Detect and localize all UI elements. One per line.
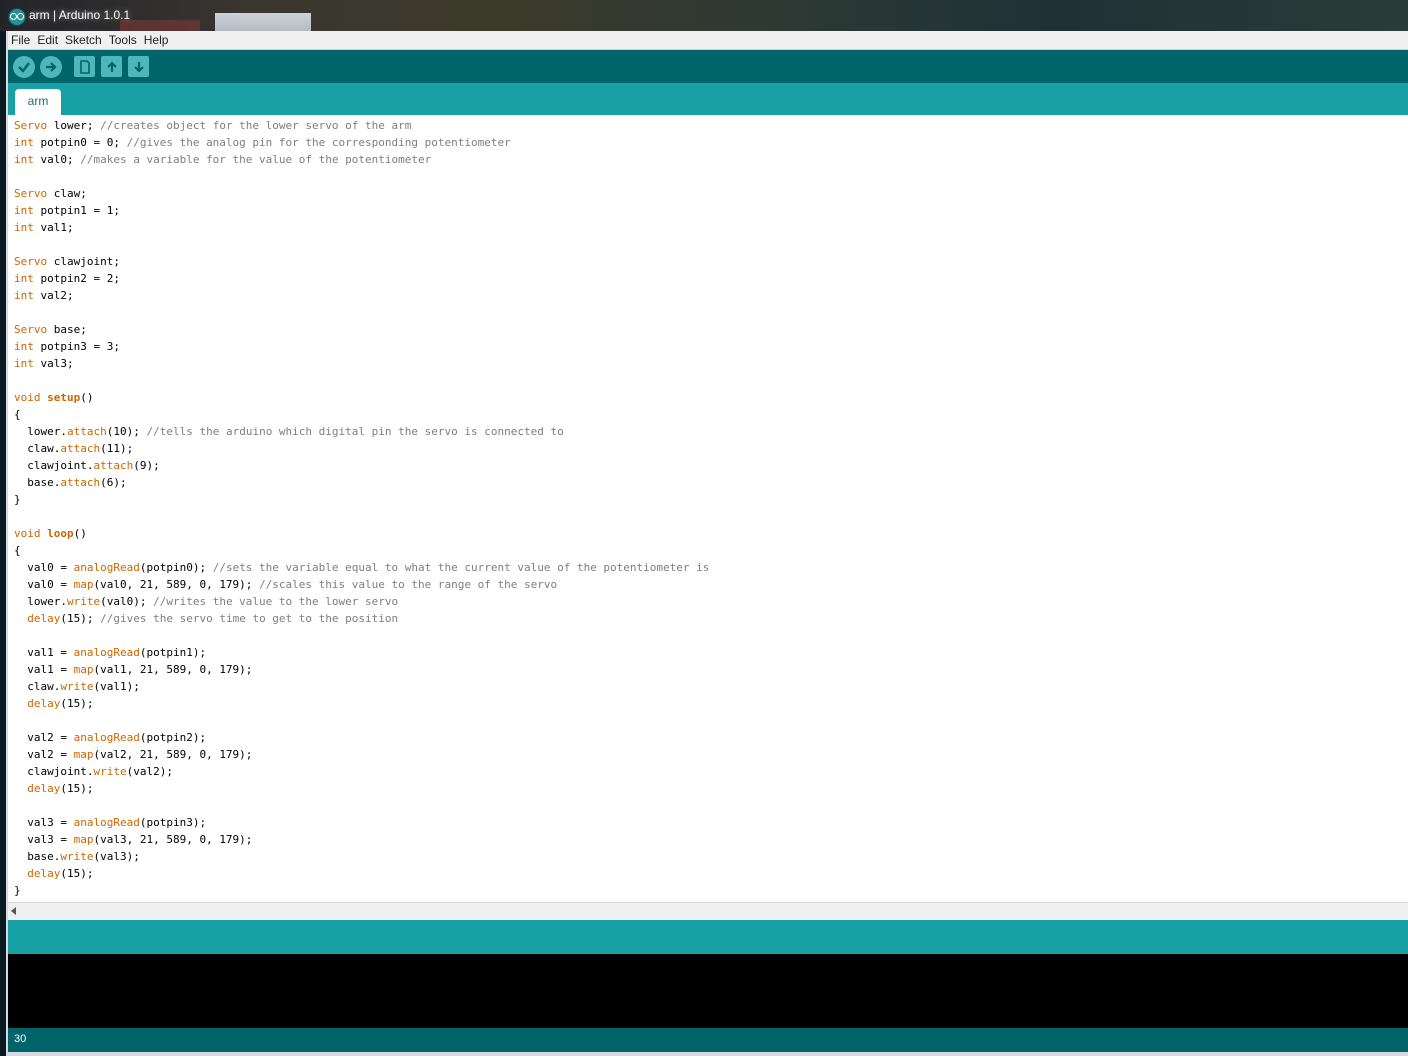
arrow-up-icon [106, 60, 117, 72]
horizontal-scrollbar[interactable] [8, 902, 1408, 920]
code-editor[interactable]: Servo lower; //creates object for the lo… [8, 115, 1408, 902]
verify-button[interactable] [13, 56, 35, 78]
scroll-left-icon[interactable] [11, 907, 16, 915]
checkmark-icon [18, 62, 30, 73]
tab-strip: arm [8, 83, 1408, 115]
title-bar: arm | Arduino 1.0.1 [0, 0, 1408, 32]
menu-file[interactable]: File [8, 31, 33, 49]
bottom-bar: 30 [8, 1028, 1408, 1052]
line-number: 30 [14, 1033, 27, 1045]
menu-edit[interactable]: Edit [34, 31, 61, 49]
console-output [8, 954, 1408, 1028]
menu-help[interactable]: Help [141, 31, 172, 49]
new-button[interactable] [74, 56, 95, 77]
window-title: arm | Arduino 1.0.1 [29, 8, 131, 22]
code-text[interactable]: Servo lower; //creates object for the lo… [14, 117, 709, 899]
status-bar [8, 920, 1408, 954]
new-document-icon [79, 59, 90, 74]
open-button[interactable] [101, 56, 122, 77]
arrow-right-icon [46, 62, 57, 72]
menu-sketch[interactable]: Sketch [62, 31, 105, 49]
menu-tools[interactable]: Tools [106, 31, 140, 49]
menu-bar: File Edit Sketch Tools Help [8, 31, 1408, 50]
toolbar [8, 50, 1408, 83]
desktop-background-patch [215, 13, 311, 31]
upload-button[interactable] [40, 56, 62, 78]
arduino-logo-icon [8, 8, 26, 26]
save-button[interactable] [128, 56, 149, 77]
tab-arm[interactable]: arm [15, 89, 61, 115]
arrow-down-icon [133, 61, 144, 73]
